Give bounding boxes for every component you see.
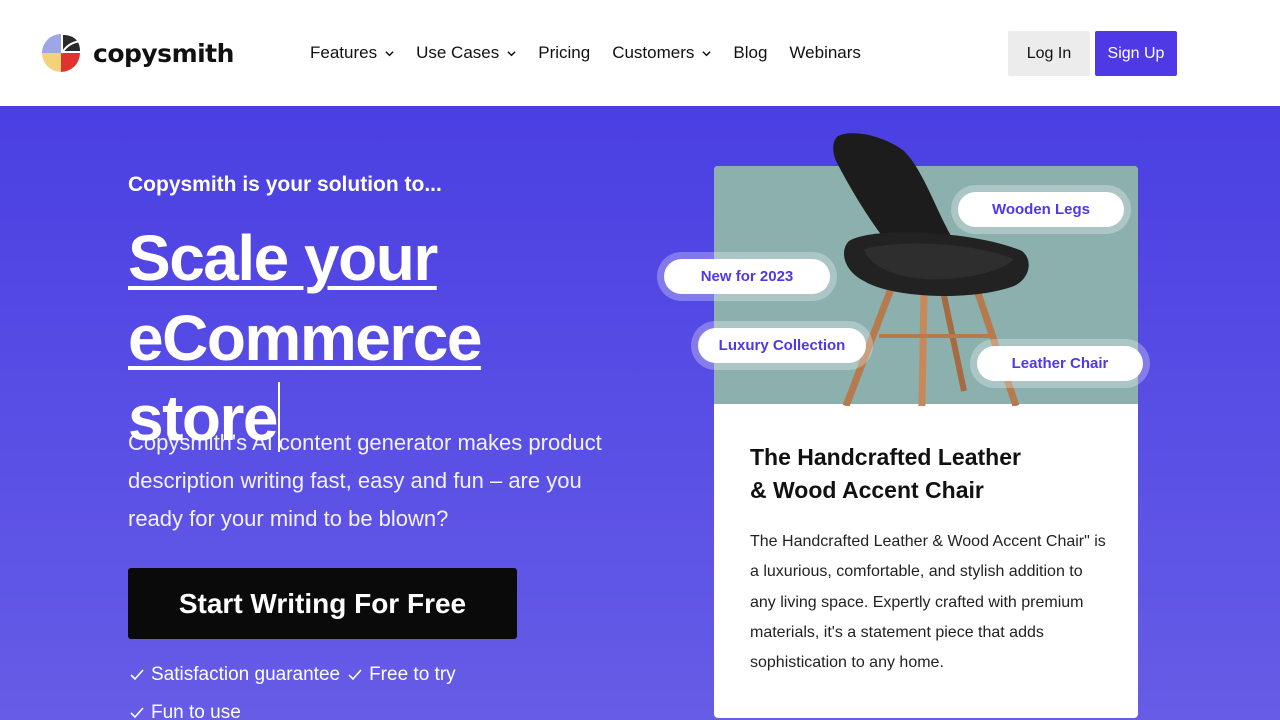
nav-use-cases[interactable]: Use Cases <box>416 43 516 63</box>
copysmith-logo-icon <box>42 34 82 72</box>
nav-blog[interactable]: Blog <box>733 43 767 63</box>
main-nav: Features Use Cases Pricing Customers Blo… <box>310 43 883 63</box>
nav-pricing[interactable]: Pricing <box>538 43 590 63</box>
tag-luxury-collection: Luxury Collection <box>698 328 866 363</box>
headline-line: eCommerce <box>128 302 482 374</box>
check-icon <box>130 707 144 719</box>
tag-leather-chair: Leather Chair <box>977 346 1143 381</box>
nav-label: Webinars <box>789 43 861 62</box>
benefit-item: Free to try <box>348 662 456 688</box>
product-title-line: & Wood Accent Chair <box>750 477 984 503</box>
benefit-item: Satisfaction guarantee <box>130 662 340 688</box>
check-icon <box>348 669 362 681</box>
nav-label: Blog <box>733 43 768 62</box>
start-writing-button[interactable]: Start Writing For Free <box>128 568 517 639</box>
hero-subtext: Copysmith's AI content generator makes p… <box>128 430 602 531</box>
benefits-list: Satisfaction guarantee Free to try Fun t… <box>130 662 510 720</box>
tag-wooden-legs: Wooden Legs <box>958 192 1124 227</box>
hero-section: Copysmith is your solution to... Scale y… <box>0 106 1280 720</box>
nav-label: Features <box>310 43 378 62</box>
nav-label: Customers <box>612 43 695 62</box>
nav-label: Use Cases <box>416 43 500 62</box>
chevron-down-icon <box>507 50 516 56</box>
headline-line: Scale your <box>128 222 438 294</box>
check-icon <box>130 669 144 681</box>
tag-new-for-2023: New for 2023 <box>664 259 830 294</box>
nav-customers[interactable]: Customers <box>612 43 711 63</box>
benefit-label: Satisfaction guarantee <box>151 664 341 685</box>
nav-features[interactable]: Features <box>310 43 394 63</box>
product-title-line: The Handcrafted Leather <box>750 444 1021 470</box>
product-description: The Handcrafted Leather & Wood Accent Ch… <box>750 533 1106 672</box>
nav-label: Pricing <box>538 43 591 62</box>
logo[interactable]: copysmith <box>40 32 234 74</box>
brand-name: copysmith <box>93 38 234 68</box>
hero-headline: Scale your eCommerce store <box>128 218 598 458</box>
chevron-down-icon <box>702 50 711 56</box>
login-button[interactable]: Log In <box>1008 31 1090 76</box>
benefit-label: Free to try <box>369 664 456 685</box>
benefit-label: Fun to use <box>151 702 241 720</box>
signup-button[interactable]: Sign Up <box>1095 31 1177 76</box>
chevron-down-icon <box>385 50 394 56</box>
nav-webinars[interactable]: Webinars <box>789 43 861 63</box>
benefit-item: Fun to use <box>130 700 241 720</box>
product-card: Wooden Legs New for 2023 Luxury Collecti… <box>664 133 1143 718</box>
product-title: The Handcrafted Leather & Wood Accent Ch… <box>750 441 1090 507</box>
site-header: copysmith Features Use Cases Pricing Cus… <box>0 0 1280 106</box>
hero-eyebrow: Copysmith is your solution to... <box>128 173 442 196</box>
